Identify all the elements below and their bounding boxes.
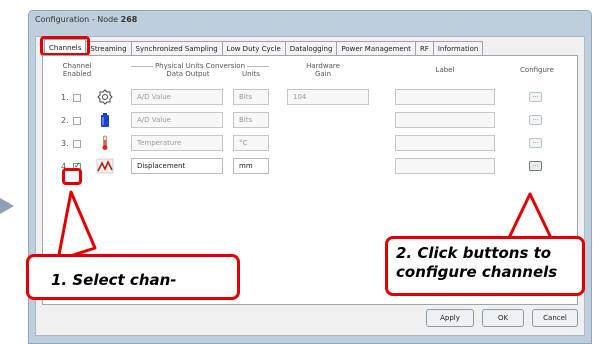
data-output-field[interactable]: A/D Value — [131, 89, 223, 105]
header-physical-units-label: Physical Units Conversion — [152, 62, 248, 70]
label-field[interactable] — [395, 135, 495, 151]
configure-button[interactable]: ... — [529, 138, 542, 148]
header-hardware-line1: Hardware — [306, 62, 340, 70]
units-field[interactable]: mm — [233, 158, 269, 174]
tab-streaming[interactable]: Streaming — [85, 41, 132, 56]
units-field[interactable]: °C — [233, 135, 269, 151]
channel-number: 1. — [61, 93, 69, 102]
callout-select-channel-text: 1. Select chan- — [51, 271, 177, 289]
accelerometer-icon — [97, 89, 113, 105]
units-field[interactable]: Bits — [233, 89, 269, 105]
apply-button[interactable]: Apply — [426, 309, 474, 327]
channel-enabled-checkbox[interactable] — [73, 94, 81, 102]
header-physical-units: Physical Units Conversion — [131, 62, 269, 70]
thermometer-icon — [102, 135, 108, 150]
window-title-prefix: Configuration - Node — [35, 15, 119, 24]
tab-power-management[interactable]: Power Management — [336, 41, 416, 56]
header-hardware-gain: Hardware Gain — [293, 62, 353, 78]
label-field[interactable] — [395, 112, 495, 128]
window-title-node-number: 268 — [120, 15, 138, 24]
label-field[interactable] — [395, 158, 495, 174]
configure-button[interactable]: ... — [529, 161, 542, 171]
header-label: Label — [435, 66, 455, 74]
channel-enabled-checkbox[interactable] — [73, 140, 81, 148]
header-data-output: Data Output — [166, 70, 210, 78]
window-title: Configuration - Node 268 — [35, 15, 137, 29]
callout-configure-channels-text: 2. Click buttons to configure channels — [396, 244, 558, 281]
channel-number: 2. — [61, 116, 69, 125]
callout-configure-channels: 2. Click buttons to configure channels — [385, 236, 585, 296]
configure-button[interactable]: ... — [529, 115, 542, 125]
side-arrow-decoration — [0, 198, 14, 214]
header-units: Units — [242, 70, 260, 78]
header-hardware-line2: Gain — [314, 70, 332, 78]
channel-number: 3. — [61, 139, 69, 148]
label-field[interactable] — [395, 89, 495, 105]
battery-icon — [101, 113, 109, 127]
channel-enabled-checkbox[interactable] — [73, 117, 81, 125]
callout-select-channel: 1. Select chan- — [26, 254, 240, 300]
displacement-sensor-icon — [96, 158, 114, 174]
configure-button[interactable]: ... — [529, 92, 542, 102]
tab-datalogging[interactable]: Datalogging — [284, 41, 338, 56]
data-output-field[interactable]: A/D Value — [131, 112, 223, 128]
header-channel-line2: Enabled — [62, 70, 92, 78]
data-output-field[interactable]: Temperature — [131, 135, 223, 151]
tab-rf[interactable]: RF — [414, 41, 434, 56]
header-configure: Configure — [520, 66, 554, 74]
checkbox-highlight — [62, 168, 82, 185]
ok-button[interactable]: OK — [482, 309, 524, 327]
tab-bar: Channels Streaming Synchronized Sampling… — [44, 39, 484, 56]
channels-tab-highlight — [40, 36, 90, 56]
cancel-button[interactable]: Cancel — [532, 309, 578, 327]
tab-synchronized-sampling[interactable]: Synchronized Sampling — [130, 41, 223, 56]
data-output-field[interactable]: Displacement — [131, 158, 223, 174]
header-channel-enabled: Channel Enabled — [57, 62, 97, 78]
header-channel-line1: Channel — [62, 62, 92, 70]
hardware-gain-field[interactable]: 104 — [287, 89, 369, 105]
units-field[interactable]: Bits — [233, 112, 269, 128]
tab-low-duty-cycle[interactable]: Low Duty Cycle — [221, 41, 286, 56]
tab-information[interactable]: Information — [432, 41, 484, 56]
